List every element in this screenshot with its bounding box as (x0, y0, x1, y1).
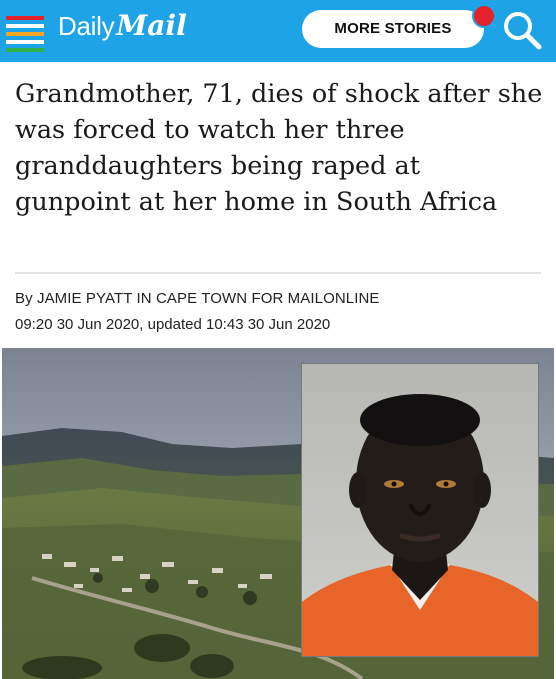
menu-stripe-green (6, 48, 44, 52)
headline-divider (15, 272, 541, 274)
menu-stripe-white-2 (6, 40, 44, 44)
article-byline[interactable]: By JAMIE PYATT IN CAPE TOWN FOR MAILONLI… (15, 290, 380, 307)
notification-dot (472, 4, 496, 28)
site-logo[interactable]: DailyMail (58, 9, 187, 49)
menu-stripe-white (6, 24, 44, 28)
article-dateline: 09:20 30 Jun 2020, updated 10:43 30 Jun … (15, 316, 331, 333)
menu-stripe-orange (6, 32, 44, 36)
hamburger-menu-icon[interactable] (6, 14, 46, 54)
logo-daily: Daily (58, 11, 115, 41)
top-navigation-bar: DailyMail MORE STORIES (0, 0, 556, 62)
menu-stripe-red (6, 16, 44, 20)
article-headline: Grandmother, 71, dies of shock after she… (15, 79, 543, 217)
logo-mail: Mail (116, 9, 187, 42)
mugshot-photo[interactable] (302, 364, 538, 656)
search-icon[interactable] (500, 8, 544, 52)
more-stories-button[interactable]: MORE STORIES (302, 10, 484, 48)
